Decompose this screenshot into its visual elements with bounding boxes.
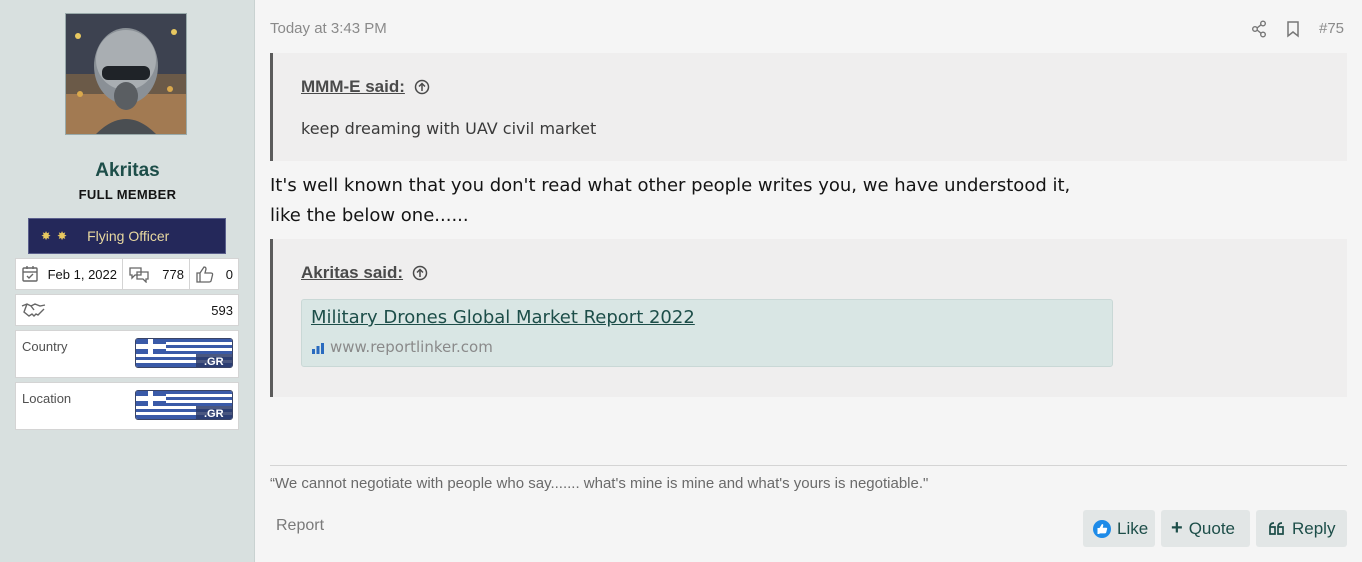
- user-stats-row: Feb 1, 2022 778 0: [15, 258, 239, 290]
- joined-stat: Feb 1, 2022: [16, 259, 123, 289]
- share-button[interactable]: [1251, 20, 1267, 42]
- link-preview[interactable]: Military Drones Global Market Report 202…: [301, 299, 1113, 367]
- like-label: Like: [1117, 518, 1149, 538]
- quote-author[interactable]: Akritas said:: [301, 263, 403, 283]
- signature-divider: [270, 465, 1347, 466]
- like-button[interactable]: Like: [1083, 510, 1155, 547]
- svg-text:.GR: .GR: [204, 408, 224, 419]
- greece-flag-icon: .GR: [135, 390, 233, 420]
- arrow-up-circle-icon[interactable]: [412, 265, 428, 281]
- reactions-stat[interactable]: 0: [190, 259, 238, 289]
- greece-flag-icon: .GR: [135, 338, 233, 368]
- thumbs-up-icon: [196, 266, 214, 283]
- arrow-up-circle-icon[interactable]: [414, 79, 430, 95]
- rank-stars-icon: ✸✸: [41, 229, 74, 243]
- reactions-count: 0: [225, 266, 233, 282]
- message-line: like the below one......: [270, 205, 469, 226]
- username[interactable]: Akritas: [0, 160, 255, 182]
- share-icon: [1252, 20, 1266, 38]
- location-field: Location .GR: [15, 382, 239, 430]
- user-avatar[interactable]: [65, 13, 187, 135]
- location-label: Location: [22, 391, 72, 406]
- user-title: FULL MEMBER: [78, 187, 177, 202]
- post-content: Today at 3:43 PM #75 MMM-E said: keep dr…: [255, 0, 1362, 562]
- report-link[interactable]: Report: [276, 517, 324, 535]
- quote-marks-icon: [1269, 521, 1284, 535]
- points-row[interactable]: 593: [15, 294, 239, 326]
- country-label: Country: [22, 339, 68, 354]
- bar-chart-icon: [312, 343, 324, 354]
- quote-author[interactable]: MMM-E said:: [301, 77, 405, 97]
- message-line: It's well known that you don't read what…: [270, 175, 1071, 196]
- quote-text: keep dreaming with UAV civil market: [301, 119, 597, 138]
- link-preview-title[interactable]: Military Drones Global Market Report 202…: [311, 307, 695, 328]
- quote-block: MMM-E said: keep dreaming with UAV civil…: [270, 53, 1347, 161]
- bookmark-button[interactable]: [1286, 20, 1300, 42]
- quote-block: Akritas said: Military Drones Global Mar…: [270, 239, 1347, 397]
- plus-icon: +: [1171, 517, 1183, 539]
- reply-button[interactable]: Reply: [1256, 510, 1347, 547]
- quote-attribution[interactable]: Akritas said:: [301, 263, 428, 283]
- joined-date: Feb 1, 2022: [47, 266, 117, 282]
- quote-button[interactable]: + Quote: [1161, 510, 1250, 547]
- messages-icon: [129, 267, 149, 283]
- messages-count: 778: [162, 266, 184, 282]
- messages-stat[interactable]: 778: [123, 259, 190, 289]
- user-sidebar: Akritas FULL MEMBER ✸✸ Flying Officer Fe…: [0, 0, 255, 562]
- post-date[interactable]: Today at 3:43 PM: [270, 20, 387, 37]
- like-icon: [1093, 519, 1111, 538]
- signature: “We cannot negotiate with people who say…: [270, 475, 929, 492]
- points-count: 593: [211, 302, 233, 318]
- reply-label: Reply: [1292, 518, 1336, 538]
- link-preview-site: www.reportlinker.com: [330, 338, 493, 356]
- forum-post: Akritas FULL MEMBER ✸✸ Flying Officer Fe…: [0, 0, 1362, 562]
- message-body: It's well known that you don't read what…: [270, 171, 1070, 231]
- rank-banner: ✸✸ Flying Officer: [28, 218, 226, 254]
- handshake-icon: [21, 303, 46, 317]
- post-number[interactable]: #75: [1319, 20, 1344, 37]
- bookmark-icon: [1287, 21, 1299, 38]
- quote-attribution[interactable]: MMM-E said:: [301, 77, 430, 97]
- rank-banner-label: Flying Officer: [87, 228, 170, 244]
- country-field: Country .GR: [15, 330, 239, 378]
- calendar-icon: [22, 266, 38, 282]
- svg-text:.GR: .GR: [204, 356, 224, 367]
- quote-label: Quote: [1188, 518, 1235, 538]
